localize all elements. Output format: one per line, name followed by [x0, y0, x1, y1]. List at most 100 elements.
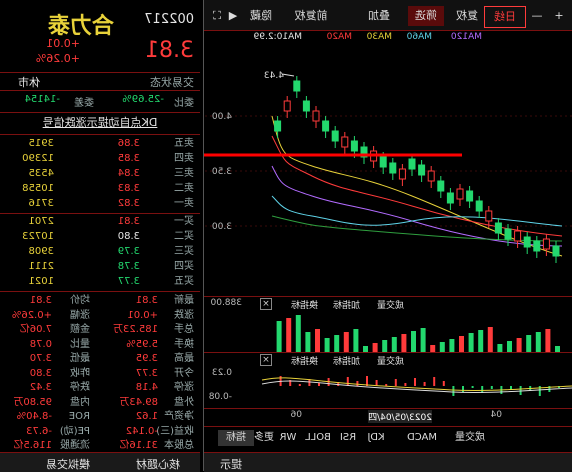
indicator-tab[interactable]: KDJ [358, 430, 394, 446]
candle-body [456, 188, 464, 200]
indicator-tab[interactable]: MACD [404, 430, 440, 446]
stat-value: 3.42 [29, 382, 52, 393]
order-row[interactable]: 买一 3.81 2701 [0, 214, 200, 229]
switch-indicator-button[interactable]: 换指标 [291, 298, 318, 311]
macd-close-icon[interactable]: × [260, 354, 272, 366]
order-price: 3.77 [117, 276, 140, 287]
wb-label: 委比 [174, 98, 194, 109]
stat-value: +0.01 [127, 309, 158, 321]
order-price: 3.80 [117, 231, 140, 242]
fullscreen-icon[interactable]: ⛶ [210, 6, 224, 26]
stat-row: 最新 3.81 均价 3.81 [0, 293, 200, 308]
candle-body [293, 80, 301, 92]
toolbar-draw[interactable] [342, 6, 354, 26]
stat-label: 外盘 [174, 396, 194, 408]
volume-value: 388.00 [210, 298, 243, 308]
ma-legend: MA10:2.99 MA20 MA30 MA60 MA120 [204, 32, 572, 46]
price-tick: 3.50 [211, 167, 232, 177]
macd-bar [356, 381, 359, 386]
price-axis: 4.00 3.50 3.00 [204, 46, 232, 296]
macd-chart[interactable] [232, 366, 572, 406]
order-row[interactable]: 卖一 3.82 3716 [0, 196, 200, 211]
stat-value: 95.80万 [13, 396, 52, 408]
bottom-chart-bar: 提示 [204, 452, 572, 472]
candle-body [408, 158, 416, 170]
toolbar-fq2[interactable]: 复权 [452, 6, 482, 26]
core-topic-tab[interactable]: 核心题材 [136, 456, 180, 472]
dk-signal-banner[interactable]: DK点自动提示涨跌信号 [0, 114, 200, 132]
order-row[interactable]: 买四 3.78 2111 [0, 259, 200, 274]
stat-label: 涨幅 [70, 309, 90, 321]
ma20-legend: MA20 [326, 32, 352, 42]
candle-body [552, 245, 560, 257]
volume-bar [324, 338, 330, 352]
stat-row: 收益(三) -0.142 PE(动) -6.73 [0, 424, 200, 439]
date-tick: 06 [290, 410, 302, 420]
volume-bar [439, 342, 445, 352]
toolbar-overlay[interactable]: 叠加 [362, 6, 396, 26]
candle-body [533, 240, 541, 252]
macd-bar [298, 384, 301, 386]
candle-body [485, 210, 493, 222]
order-row[interactable]: 卖四 3.85 12390 [0, 151, 200, 166]
volume-bar [507, 341, 512, 352]
order-row[interactable]: 买二 3.80 10723 [0, 229, 200, 244]
volume-indicator-button[interactable]: 成交量 [377, 298, 404, 311]
stat-row: 总股本 31.16亿 流通股 116.5亿 [0, 438, 200, 453]
volume-chart[interactable] [204, 312, 572, 352]
mirrored-screen: 002217 合力泰 3.81 +0.01 +0.26% 交易状态 休市 委比 … [0, 0, 572, 472]
stat-label: 金额 [70, 324, 90, 335]
volume-bar [305, 332, 311, 352]
order-row[interactable]: 买三 3.79 3908 [0, 244, 200, 259]
close-icon[interactable]: × [260, 298, 272, 310]
volume-bar [411, 331, 416, 352]
macd-bar [318, 383, 320, 386]
toolbar-fq[interactable]: 前复权 [288, 6, 334, 26]
order-label: 买四 [174, 261, 194, 272]
stock-header[interactable]: 002217 合力泰 3.81 +0.01 +0.26% [0, 4, 200, 68]
order-price: 3.82 [117, 198, 140, 209]
hint-tab[interactable]: 提示 [220, 456, 242, 472]
dk-banner-text: DK点自动提示涨跌信号 [42, 116, 158, 129]
macd-axis: 0.23 -0.08 [204, 364, 232, 404]
macd-bar [423, 382, 426, 386]
order-row[interactable]: 卖三 3.84 4535 [0, 166, 200, 181]
order-vol: 4535 [28, 168, 54, 179]
wc-value: -14154 [24, 94, 60, 105]
order-vol: 2111 [28, 261, 54, 272]
toolbar-hide[interactable]: 隐藏 [244, 6, 278, 26]
back-icon[interactable]: ◀ [226, 6, 240, 26]
candle-body [302, 100, 310, 112]
zoom-in-button[interactable]: + [552, 6, 566, 26]
order-label: 买五 [174, 276, 194, 287]
kline-chart[interactable]: 4.43 [204, 46, 572, 296]
stat-value: 3.81 [135, 295, 158, 306]
order-row[interactable]: 卖五 3.86 3915 [0, 136, 200, 151]
candle-body [312, 110, 320, 122]
macd-bar [394, 379, 397, 386]
stat-value: 185.23万 [113, 324, 158, 335]
stat-label: PE(动) [59, 425, 90, 437]
zoom-out-button[interactable]: — [530, 6, 544, 26]
stat-row: 总手 185.23万 金额 7.06亿 [0, 322, 200, 337]
order-row[interactable]: 卖二 3.83 10558 [0, 181, 200, 196]
indicator-tab[interactable]: 成交量 [452, 430, 488, 446]
sim-trade-tab[interactable]: 模拟交易 [46, 456, 90, 472]
stat-value: 3.70 [29, 353, 52, 364]
candle-body [418, 164, 426, 176]
candle-body [504, 228, 512, 240]
order-row[interactable]: 买五 3.77 1021 [0, 274, 200, 289]
volume-bar [516, 338, 522, 352]
stat-value: 3.95 [135, 353, 158, 364]
candle-body [446, 192, 454, 204]
peak-label: 4.43 [264, 71, 284, 81]
stat-label: 总股本 [164, 440, 194, 451]
candle-body [437, 180, 445, 192]
add-indicator-button[interactable]: 加指标 [333, 298, 360, 311]
toolbar-period[interactable]: 日线 [484, 6, 526, 28]
stat-row: 涨跌 +0.01 涨幅 +0.26% [0, 308, 200, 323]
date-tick-current: 2023/05/04/四 [368, 410, 432, 423]
toolbar-screen[interactable]: 筛选 [408, 6, 444, 26]
stat-label: 内盘 [70, 396, 90, 408]
volume-bar [449, 339, 455, 352]
